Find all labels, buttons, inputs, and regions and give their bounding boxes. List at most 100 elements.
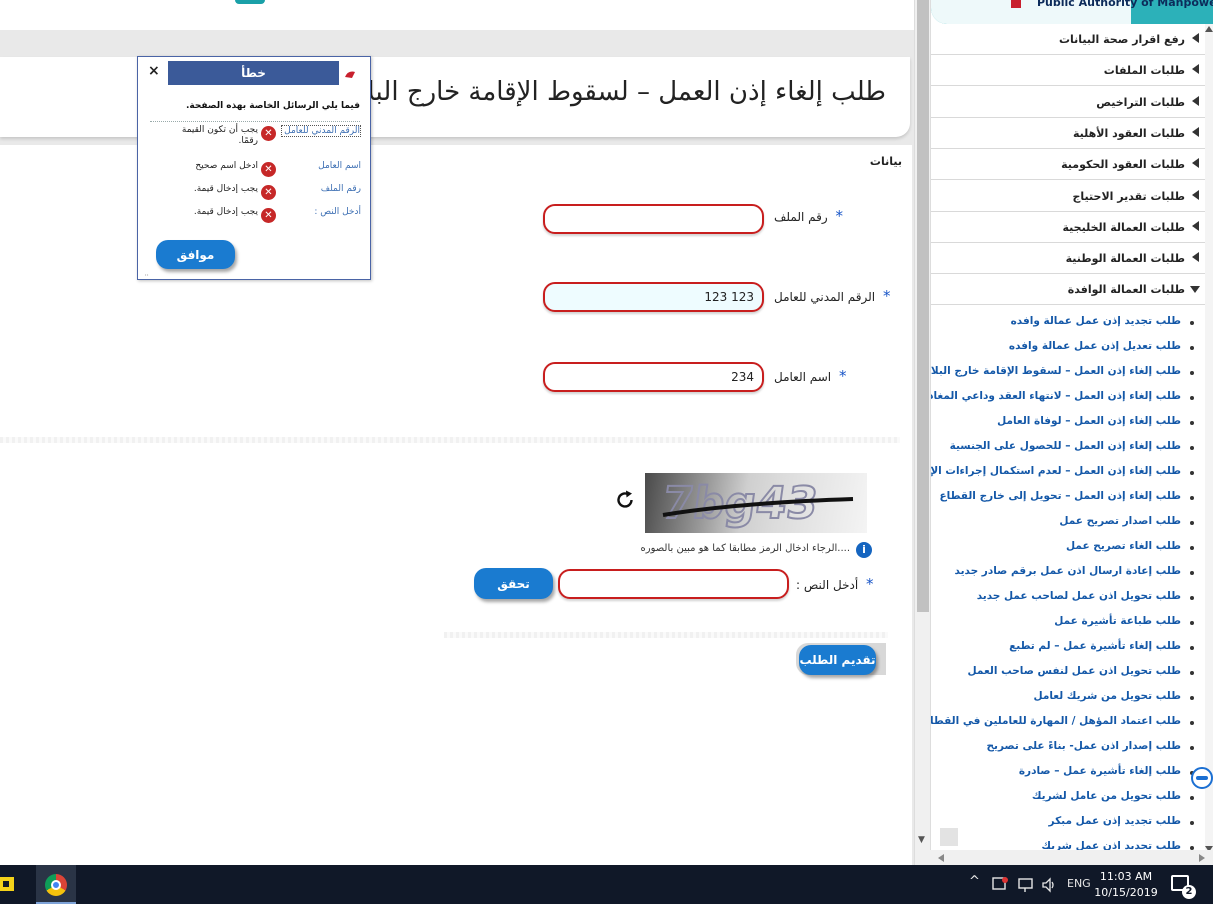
bullet-icon [1190, 721, 1194, 725]
sidebar-link[interactable]: طلب إعادة ارسال اذن عمل برقم صادر جديد [931, 560, 1203, 585]
required-mark: * [866, 575, 874, 593]
sidebar-link[interactable]: طلب تحويل من عامل لشريك [931, 785, 1203, 810]
sidebar-link[interactable]: طلب إلغاء إذن العمل – تحويل إلى خارج الق… [931, 485, 1203, 510]
remote-support-icon[interactable] [1191, 767, 1213, 789]
sidebar-horizontal-scrollbar[interactable] [930, 828, 1213, 865]
separator [0, 437, 900, 443]
sidebar-category[interactable]: طلبات تقدير الاحتياج [931, 181, 1205, 212]
sidebar-link[interactable]: طلب إلغاء إذن العمل – لسقوط الإقامة خارج… [931, 360, 1203, 385]
scroll-right-icon[interactable] [1199, 854, 1205, 862]
network-icon[interactable] [1017, 877, 1035, 893]
sidebar-category[interactable]: طلبات التراخيص [931, 87, 1205, 118]
file-number-input[interactable] [543, 204, 764, 234]
sidebar-link[interactable]: طلب إصدار اذن عمل- بناءً على تصريح [931, 735, 1203, 760]
tray-chevron-icon[interactable]: ^ [969, 874, 980, 889]
sidebar-link[interactable]: طلب إلغاء تأشيرة عمل – صادرة [931, 760, 1203, 785]
sidebar-scrollbar[interactable] [1205, 24, 1213, 854]
dialog-title: خطأ [168, 61, 339, 85]
scroll-down-icon[interactable]: ▼ [918, 835, 925, 845]
logo-mark-icon [1011, 0, 1021, 8]
sidebar-category[interactable]: طلبات العمالة الوطنية [931, 243, 1205, 275]
sidebar-link-label: طلب تحويل اذن عمل لنفس صاحب العمل [967, 665, 1181, 677]
org-name: Public Authority of Manpower [1037, 0, 1213, 9]
captcha-input[interactable] [558, 569, 789, 599]
clock[interactable]: 11:03 AM 10/15/2019 [1094, 869, 1158, 901]
submit-request-button[interactable]: تقديم الطلب [799, 645, 876, 675]
sidebar-link[interactable]: طلب تحويل من شريك لعامل [931, 685, 1203, 710]
sidebar-category[interactable]: طلبات العقود الحكومية [931, 149, 1205, 181]
refresh-captcha-icon[interactable] [613, 488, 637, 512]
sidebar-link-label: طلب تعديل إذن عمل عمالة وافده [1008, 340, 1181, 352]
main-scrollbar[interactable]: ▼ [914, 0, 930, 865]
taskbar: ^ ENG 11:03 AM 10/15/2019 2 [0, 865, 1213, 904]
worker-name-label-text: اسم العامل [774, 370, 832, 384]
chevron-down-icon [1190, 286, 1200, 294]
chrome-taskbar-button[interactable] [36, 865, 76, 904]
sidebar-link[interactable]: طلب تجديد إذن عمل مبكر [931, 810, 1203, 835]
error-item: أدخل النص : ✕ يجب إدخال قيمة. [138, 207, 372, 227]
sidebar-category[interactable]: رفع اقرار صحة البيانات [931, 24, 1205, 55]
worker-name-input[interactable] [543, 362, 764, 392]
clock-time: 11:03 AM [1099, 870, 1153, 883]
bullet-icon [1190, 521, 1194, 525]
bullet-icon [1190, 446, 1194, 450]
info-icon: i [856, 542, 872, 558]
verify-button[interactable]: تحقق [474, 568, 553, 599]
error-message: يجب إدخال قيمة. [193, 184, 258, 194]
sidebar-link[interactable]: طلب إلغاء إذن العمل – لوفاة العامل [931, 410, 1203, 435]
language-indicator[interactable]: ENG [1067, 877, 1091, 890]
ok-button[interactable]: موافق [156, 240, 235, 269]
sidebar-category-label: طلبات العمالة الوافدة [1067, 283, 1185, 297]
error-field-link[interactable]: أدخل النص : [281, 207, 361, 217]
worker-name-label: * اسم العامل [774, 367, 846, 385]
error-field-link[interactable]: اسم العامل [281, 161, 361, 171]
sidebar-link[interactable]: طلب تعديل إذن عمل عمالة وافده [931, 335, 1203, 360]
close-icon[interactable]: × [148, 63, 160, 79]
bullet-icon [1190, 396, 1194, 400]
sidebar-category-label: طلبات التراخيص [1096, 95, 1185, 109]
sidebar-link[interactable]: طلب تجديد إذن عمل عمالة وافده [931, 310, 1203, 335]
civil-id-input[interactable] [543, 282, 764, 312]
chevron-left-icon [1192, 126, 1199, 137]
sidebar-link[interactable]: طلب إلغاء إذن العمل – لانتهاء العقد وداع… [931, 385, 1203, 410]
captcha-graphic: 7bg43 [658, 477, 854, 530]
chevron-left-icon [1192, 158, 1199, 169]
error-field-link[interactable]: رقم الملف [281, 184, 361, 194]
sidebar-link[interactable]: طلب اصدار تصريح عمل [931, 510, 1203, 535]
captcha-image: 7bg43 [645, 473, 867, 533]
scroll-up-icon[interactable] [1205, 26, 1213, 32]
scrollbar-thumb[interactable] [917, 0, 929, 612]
sticky-notes-icon[interactable] [0, 877, 14, 891]
sidebar-category[interactable]: طلبات العمالة الوافدة [931, 274, 1205, 306]
sidebar-category[interactable]: طلبات العقود الأهلية [931, 118, 1205, 149]
sidebar-link[interactable]: طلب إلغاء تأشيرة عمل – لم تطبع [931, 635, 1203, 660]
sidebar-link-label: طلب إلغاء إذن العمل – لعدم استكمال إجراء… [930, 465, 1181, 477]
error-field-link[interactable]: الرقم المدني للعامل [281, 125, 361, 137]
sidebar-link-label: طلب طباعة تأشيرة عمل [1054, 615, 1181, 627]
file-number-label-text: رقم الملف [774, 210, 828, 224]
sidebar-link[interactable]: طلب اعتماد المؤهل / المهارة للعاملين في … [931, 710, 1203, 735]
sidebar-link[interactable]: طلب الغاء تصريح عمل [931, 535, 1203, 560]
required-mark: * [835, 207, 843, 225]
sidebar-link-label: طلب إلغاء إذن العمل – لسقوط الإقامة خارج… [930, 365, 1181, 377]
scroll-left-icon[interactable] [938, 854, 944, 862]
sidebar-category[interactable]: طلبات الملفات [931, 55, 1205, 87]
error-message: يجب إدخال قيمة. [193, 207, 258, 217]
separator [444, 632, 888, 638]
sidebar-link[interactable]: طلب طباعة تأشيرة عمل [931, 610, 1203, 635]
sidebar-link[interactable]: طلب تحويل اذن عمل لصاحب عمل جديد [931, 585, 1203, 610]
resize-handle-icon[interactable]: ⣀ [144, 268, 149, 276]
people-icon[interactable] [991, 876, 1009, 892]
sidebar-link[interactable]: طلب إلغاء إذن العمل – للحصول على الجنسية [931, 435, 1203, 460]
captcha-hint: ....الرجاء ادخال الرمز مطابقا كما هو مبي… [640, 543, 851, 554]
sidebar-category[interactable]: طلبات العمالة الخليجية [931, 212, 1205, 243]
sidebar-link[interactable]: طلب إلغاء إذن العمل – لعدم استكمال إجراء… [931, 460, 1203, 485]
error-icon: ✕ [261, 208, 276, 223]
civil-id-label: * الرقم المدني للعامل [774, 287, 890, 305]
error-dialog: × خطأ فيما يلي الرسائل الخاصة بهذه الصفح… [137, 56, 371, 280]
sidebar-link-label: طلب إلغاء تأشيرة عمل – صادرة [1018, 765, 1181, 777]
error-item: اسم العامل ✕ ادخل اسم صحيح [138, 161, 372, 181]
volume-icon[interactable] [1041, 877, 1059, 893]
dialog-divider [150, 121, 360, 122]
sidebar-link[interactable]: طلب تحويل اذن عمل لنفس صاحب العمل [931, 660, 1203, 685]
